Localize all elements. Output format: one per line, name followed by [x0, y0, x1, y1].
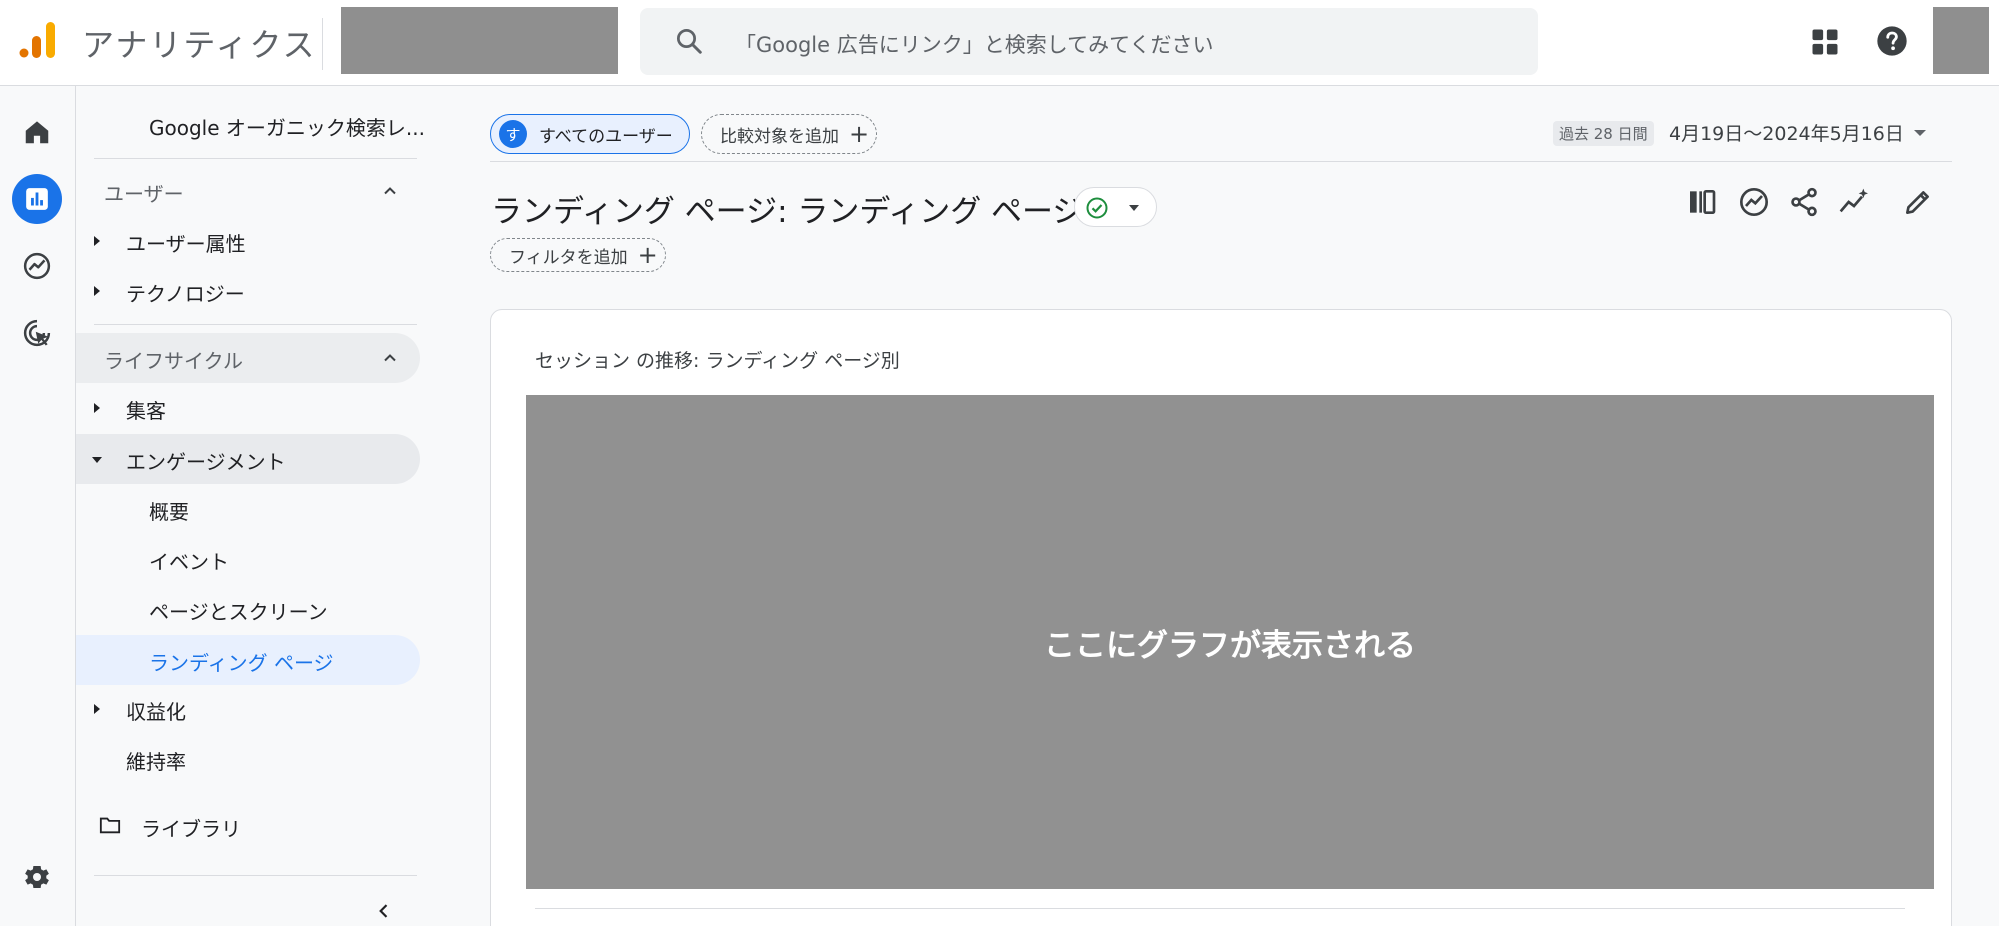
sidebar-item-demographics[interactable]: ユーザー属性 [126, 228, 246, 257]
caret-right-icon [94, 286, 100, 296]
app-title[interactable]: アナリティクス [82, 20, 316, 66]
apps-grid-icon[interactable] [1810, 27, 1840, 57]
plus-icon: + [637, 241, 658, 269]
chart-placeholder-label: ここにグラフが表示される [1044, 627, 1416, 664]
page-title: ランディング ページ: ランディング ページ [491, 194, 1084, 230]
segment-avatar: す [499, 120, 527, 148]
compare-columns-icon[interactable] [1686, 186, 1718, 218]
caret-right-icon [94, 704, 100, 714]
caret-right-icon [94, 236, 100, 246]
sidebar-item-overview[interactable]: 概要 [149, 496, 189, 525]
segment-label: すべてのユーザー [539, 126, 673, 147]
sidebar-item-pages-screens[interactable]: ページとスクリーン [149, 596, 328, 625]
caret-right-icon [94, 403, 100, 413]
sidebar-item-library[interactable]: ライブラリ [141, 813, 241, 842]
reports-icon[interactable] [12, 174, 62, 224]
folder-icon [99, 817, 121, 834]
add-filter-label: フィルタを追加 [509, 247, 628, 268]
avatar[interactable] [1933, 7, 1989, 74]
sidebar-item-monetization[interactable]: 収益化 [126, 696, 186, 725]
add-comparison-label: 比較対象を追加 [720, 126, 839, 147]
search-icon [677, 29, 702, 54]
explore-icon[interactable] [12, 241, 62, 291]
insights-icon[interactable] [1738, 186, 1770, 218]
sidebar-item-landing-page-label: ランディング ページ [149, 651, 334, 675]
share-icon[interactable] [1788, 186, 1820, 218]
sidebar: Google オーガニック検索レ... ユーザー ユーザー属性 テクノロジー ラ… [76, 86, 426, 926]
sidebar-item-retention[interactable]: 維持率 [126, 746, 186, 775]
edit-pencil-icon[interactable] [1902, 186, 1934, 218]
add-filter-button[interactable]: フィルタを追加 + [490, 238, 666, 272]
date-dropdown-icon[interactable] [1914, 130, 1926, 136]
sidebar-item-technology[interactable]: テクノロジー [126, 278, 245, 307]
sidebar-divider [94, 875, 417, 876]
sidebar-divider [94, 158, 417, 159]
date-period-badge: 過去 28 日間 [1553, 121, 1654, 146]
sidebar-item-acquisition[interactable]: 集客 [126, 395, 166, 424]
plus-icon: + [849, 120, 870, 148]
advertising-icon[interactable] [12, 308, 62, 358]
sidebar-divider [94, 324, 417, 325]
nav-rail [0, 86, 76, 926]
header-divider [322, 18, 323, 70]
search-input[interactable]: 「Google 広告にリンク」と検索してみてください [735, 29, 1213, 59]
chart-card: セッション の推移: ランディング ページ別 ここにグラフが表示される [490, 309, 1952, 926]
collapse-sidebar-icon[interactable] [374, 901, 394, 921]
settings-icon[interactable] [12, 852, 62, 902]
section-user[interactable]: ユーザー [104, 178, 184, 207]
chevron-up-icon[interactable] [380, 348, 400, 368]
section-lifecycle-label: ライフサイクル [104, 349, 243, 373]
add-comparison-button[interactable]: 比較対象を追加 + [701, 114, 877, 154]
toolbar-divider [490, 161, 1952, 162]
sidebar-item-engagement-label: エンゲージメント [126, 450, 286, 474]
sidebar-item-events[interactable]: イベント [149, 546, 229, 575]
account-selector[interactable] [341, 7, 618, 74]
caret-down-icon [1129, 205, 1139, 211]
search-bar[interactable]: 「Google 広告にリンク」と検索してみてください [640, 8, 1538, 75]
analytics-logo-icon[interactable] [18, 20, 58, 60]
chart-placeholder: ここにグラフが表示される [526, 395, 1934, 889]
report-status-button[interactable] [1074, 187, 1157, 227]
help-icon[interactable] [1876, 25, 1908, 57]
segment-chip-all-users[interactable]: す すべてのユーザー [490, 114, 690, 154]
trend-sparkle-icon[interactable] [1838, 186, 1870, 218]
collection-title[interactable]: Google オーガニック検索レ... [149, 112, 425, 141]
home-icon[interactable] [12, 107, 62, 157]
date-range[interactable]: 4月19日～2024年5月16日 [1669, 119, 1904, 146]
card-title: セッション の推移: ランディング ページ別 [535, 350, 900, 372]
top-bar: アナリティクス 「Google 広告にリンク」と検索してみてください [0, 0, 1999, 86]
check-circle-icon [1086, 197, 1108, 219]
card-divider [535, 908, 1905, 909]
caret-down-icon [92, 457, 102, 463]
chevron-up-icon[interactable] [380, 181, 400, 201]
